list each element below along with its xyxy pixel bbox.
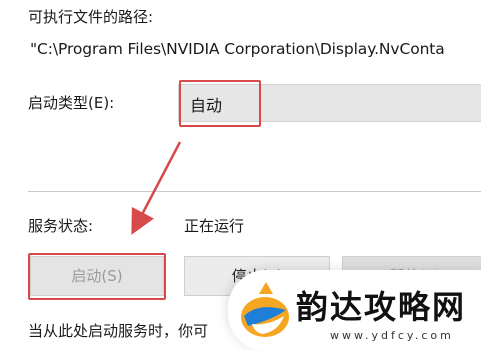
arrow-line xyxy=(131,141,182,235)
watermark-logo-icon xyxy=(241,282,289,337)
watermark-text: 韵达攻略网 xyxy=(296,288,467,326)
watermark-url: www.ydfcy.com xyxy=(330,329,454,342)
